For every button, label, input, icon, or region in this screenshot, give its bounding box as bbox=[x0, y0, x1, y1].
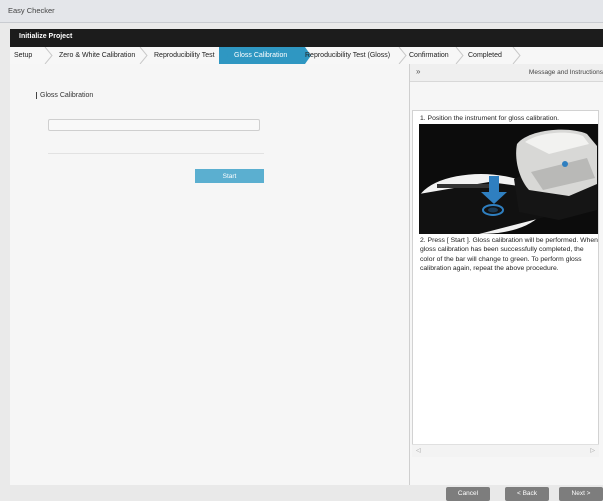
scroll-right-icon[interactable]: ▷ bbox=[590, 447, 595, 454]
chevron-separator-icon bbox=[139, 47, 148, 64]
horizontal-scrollbar[interactable]: ◁ ▷ bbox=[412, 444, 599, 457]
scroll-left-icon[interactable]: ◁ bbox=[416, 447, 421, 454]
back-button[interactable]: < Back bbox=[505, 487, 549, 501]
step-gloss-calibration[interactable]: Gloss Calibration bbox=[234, 47, 287, 64]
window-title: Easy Checker bbox=[8, 6, 55, 15]
chevron-separator-icon bbox=[219, 47, 228, 64]
chevron-separator-icon bbox=[512, 47, 521, 64]
step-reproducibility-test[interactable]: Reproducibility Test bbox=[154, 47, 215, 64]
double-chevron-right-icon[interactable]: » bbox=[416, 67, 420, 76]
section-label: Gloss Calibration bbox=[36, 92, 93, 99]
divider bbox=[48, 153, 264, 154]
instructions-header: » Message and Instructions bbox=[410, 64, 603, 82]
step-reproducibility-test-gloss[interactable]: Reproducibility Test (Gloss) bbox=[305, 47, 390, 64]
instruction-step-1: 1. Position the instrument for gloss cal… bbox=[420, 115, 560, 122]
chevron-separator-icon bbox=[44, 47, 53, 64]
step-zero-white-calibration[interactable]: Zero & White Calibration bbox=[59, 47, 135, 64]
wizard-steps: Setup Zero & White Calibration Reproduci… bbox=[10, 47, 603, 65]
title-bar: Easy Checker bbox=[0, 0, 603, 23]
instructions-title: Message and Instructions bbox=[528, 69, 603, 76]
gloss-progress-bar bbox=[48, 119, 260, 131]
chevron-separator-icon bbox=[398, 47, 407, 64]
step-setup[interactable]: Setup bbox=[14, 47, 32, 64]
project-header-title: Initialize Project bbox=[19, 33, 73, 40]
step-confirmation[interactable]: Confirmation bbox=[409, 47, 449, 64]
instrument-illustration bbox=[419, 124, 598, 234]
step-completed[interactable]: Completed bbox=[468, 47, 502, 64]
start-button[interactable]: Start bbox=[195, 169, 264, 183]
chevron-separator-icon bbox=[455, 47, 464, 64]
cancel-button[interactable]: Cancel bbox=[446, 487, 490, 501]
next-button[interactable]: Next > bbox=[559, 487, 603, 501]
instrument-image-icon bbox=[419, 124, 598, 234]
instruction-step-2: 2. Press [ Start ]. Gloss calibration wi… bbox=[420, 237, 598, 273]
project-header: Initialize Project bbox=[10, 29, 603, 47]
